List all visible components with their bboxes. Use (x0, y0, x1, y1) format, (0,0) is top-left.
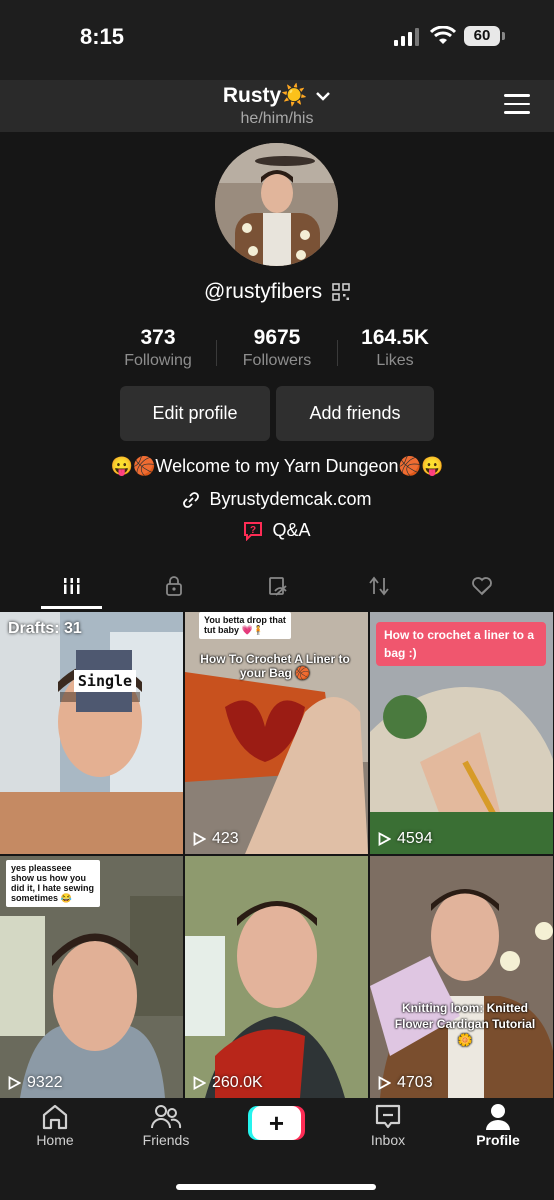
play-icon (193, 1076, 206, 1090)
nav-friends[interactable]: Friends (121, 1102, 211, 1148)
play-icon (378, 832, 391, 846)
nav-profile[interactable]: Profile (453, 1102, 543, 1148)
stat-value: 164.5K (361, 326, 429, 349)
tab-videos[interactable] (41, 566, 103, 606)
stat-divider (337, 340, 338, 366)
view-count: 260.0K (193, 1074, 263, 1092)
nav-inbox-label: Inbox (370, 1132, 406, 1148)
qr-code-icon[interactable] (332, 283, 350, 302)
video-caption: How to crochet a liner to a bag :) (376, 622, 546, 666)
video-thumbnail (185, 612, 368, 854)
stat-value: 373 (140, 326, 176, 349)
nav-home-label: Home (36, 1132, 74, 1148)
view-count: 9322 (8, 1074, 63, 1092)
tab-favorites[interactable] (246, 566, 308, 606)
nav-home[interactable]: Home (10, 1102, 100, 1148)
profile-bio: 😛🏀Welcome to my Yarn Dungeon🏀😛 (110, 456, 444, 476)
nav-profile-label: Profile (476, 1132, 520, 1148)
link-text: Byrustydemcak.com (209, 489, 372, 509)
stat-following[interactable]: 373 Following (98, 326, 218, 370)
home-icon (42, 1104, 68, 1130)
video-thumbnail (370, 856, 553, 1098)
video-caption: How To Crochet A Liner to your Bag 🏀 (200, 652, 350, 680)
profile-handle-row: @rustyfibers (0, 280, 554, 304)
stat-followers[interactable]: 9675 Followers (217, 326, 337, 370)
battery-indicator: 60 (464, 26, 500, 46)
svg-text:?: ? (250, 525, 256, 536)
qa-link[interactable]: ? Q&A (0, 520, 554, 542)
profile-icon (486, 1104, 510, 1130)
active-tab-indicator (41, 606, 102, 609)
stat-label: Likes (376, 352, 414, 369)
profile-stats: 373 Following 9675 Followers 164.5K Like… (0, 326, 554, 376)
video-tile[interactable]: How to crochet a liner to a bag :) 4594 (370, 612, 553, 854)
view-count-text: 423 (212, 830, 239, 847)
video-thumbnail (185, 856, 368, 1098)
drafts-tile[interactable]: Single Drafts: 31 (0, 612, 183, 854)
view-count-text: 9322 (27, 1074, 63, 1091)
video-tile[interactable]: 260.0K (185, 856, 368, 1098)
profile-link[interactable]: Byrustydemcak.com (0, 489, 554, 510)
add-friends-button[interactable]: Add friends (276, 386, 434, 441)
filter-label: Single (74, 670, 136, 692)
chevron-down-icon (316, 92, 331, 102)
status-bar: 8:15 60 (0, 0, 554, 80)
create-button[interactable]: + (248, 1106, 305, 1140)
repost-icon (369, 576, 389, 596)
pronouns: he/him/his (240, 110, 314, 127)
question-bubble-icon: ? (244, 522, 263, 542)
tab-private[interactable] (143, 566, 205, 606)
grid-icon (63, 578, 81, 594)
video-grid: Single Drafts: 31 You betta drop that tu… (0, 612, 554, 1098)
profile-header: Rusty☀️ he/him/his (0, 80, 554, 132)
avatar[interactable] (215, 143, 338, 266)
video-tile[interactable]: Knitting loom: Knitted Flower Cardigan T… (370, 856, 553, 1098)
comment-reply-bubble: You betta drop that tut baby 💗🧍 (199, 612, 291, 639)
view-count-text: 260.0K (212, 1074, 263, 1091)
lock-icon (166, 576, 182, 596)
stat-value: 9675 (253, 326, 301, 349)
play-icon (193, 832, 206, 846)
video-caption: Knitting loom: Knitted Flower Cardigan T… (394, 1001, 536, 1047)
video-tile[interactable]: yes pleasseee show us how you did it, I … (0, 856, 183, 1098)
wifi-icon (430, 26, 456, 44)
drafts-label: Drafts: 31 (8, 620, 82, 637)
stat-likes[interactable]: 164.5K Likes (335, 326, 455, 370)
home-indicator (176, 1184, 376, 1190)
view-count-text: 4703 (397, 1074, 433, 1091)
plus-icon: + (252, 1106, 301, 1140)
content-tabs (0, 566, 554, 610)
status-time: 8:15 (80, 24, 125, 49)
tab-reposts[interactable] (348, 566, 410, 606)
username: Rusty☀️ (222, 84, 308, 107)
menu-icon[interactable] (504, 94, 530, 116)
video-thumbnail (0, 612, 183, 854)
nav-friends-label: Friends (142, 1132, 190, 1148)
profile-handle: @rustyfibers (203, 280, 323, 303)
edit-profile-button[interactable]: Edit profile (120, 386, 270, 441)
stat-label: Following (124, 352, 192, 369)
tab-liked[interactable] (451, 566, 513, 606)
view-count-text: 4594 (397, 830, 433, 847)
nav-inbox[interactable]: Inbox (343, 1102, 433, 1148)
account-switcher[interactable]: Rusty☀️ (0, 84, 554, 108)
play-icon (8, 1076, 21, 1090)
qa-label: Q&A (272, 520, 311, 540)
stat-label: Followers (242, 352, 312, 369)
video-tile[interactable]: You betta drop that tut baby 💗🧍 How To C… (185, 612, 368, 854)
hidden-heart-icon (472, 577, 492, 596)
inbox-icon (375, 1104, 401, 1129)
play-icon (378, 1076, 391, 1090)
link-icon (183, 492, 200, 509)
battery-tip (502, 32, 505, 40)
view-count: 4594 (378, 830, 433, 848)
cellular-signal-icon (394, 28, 419, 46)
stat-divider (216, 340, 217, 366)
hidden-bookmark-icon (269, 577, 287, 596)
friends-icon (151, 1105, 182, 1129)
view-count: 423 (193, 830, 239, 848)
view-count: 4703 (378, 1074, 433, 1092)
comment-reply-bubble: yes pleasseee show us how you did it, I … (6, 860, 100, 907)
